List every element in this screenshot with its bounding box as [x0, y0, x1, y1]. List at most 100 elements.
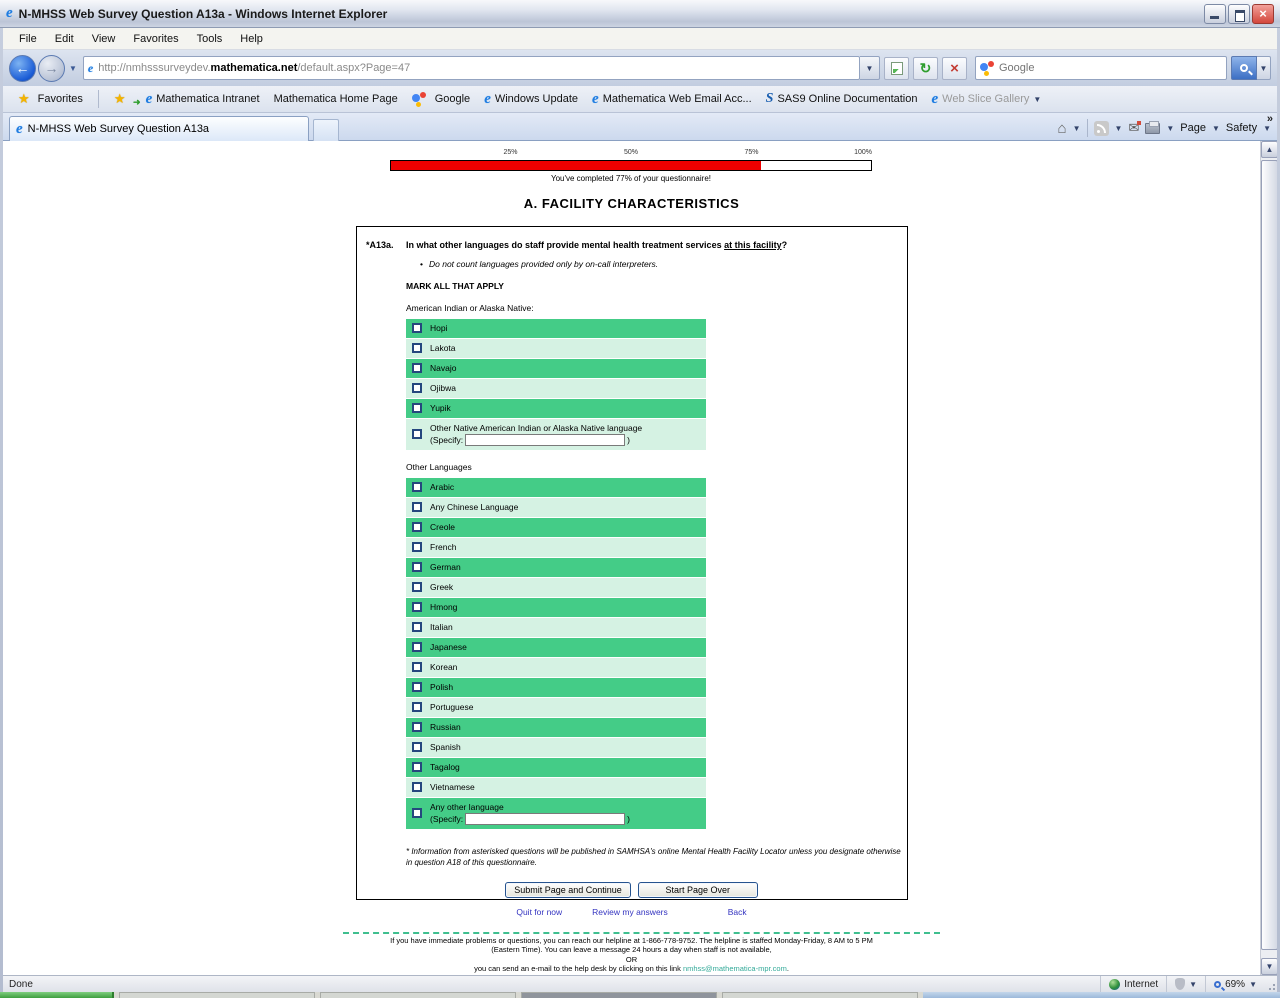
- help-email-link[interactable]: nmhss@mathematica-mpr.com: [683, 964, 787, 973]
- print-dropdown-icon[interactable]: ▼: [1166, 124, 1174, 133]
- language-row-japanese[interactable]: Japanese: [406, 638, 706, 657]
- vertical-scrollbar[interactable]: ▲ ▼: [1260, 141, 1277, 975]
- zoom-control[interactable]: 69% ▼: [1205, 976, 1265, 992]
- menu-help[interactable]: Help: [232, 30, 271, 48]
- close-button[interactable]: ×: [1252, 4, 1274, 24]
- checkbox[interactable]: [412, 429, 422, 439]
- stop-button[interactable]: ×: [942, 57, 967, 80]
- read-mail-icon[interactable]: ✉: [1128, 120, 1139, 136]
- taskbar-button-active[interactable]: [521, 992, 717, 998]
- safety-menu-button[interactable]: Safety: [1226, 122, 1257, 134]
- checkbox[interactable]: [412, 383, 422, 393]
- language-row-french[interactable]: French: [406, 538, 706, 557]
- checkbox[interactable]: [412, 602, 422, 612]
- home-dropdown-icon[interactable]: ▼: [1073, 124, 1081, 133]
- language-row-spanish[interactable]: Spanish: [406, 738, 706, 757]
- checkbox[interactable]: [412, 323, 422, 333]
- favorite-link-web-slice[interactable]: e Web Slice Gallery ▼: [924, 92, 1048, 107]
- new-tab-button[interactable]: [313, 119, 339, 141]
- checkbox[interactable]: [412, 403, 422, 413]
- forward-button[interactable]: →: [38, 55, 65, 82]
- back-button[interactable]: ←: [9, 55, 36, 82]
- taskbar-button[interactable]: [320, 992, 516, 998]
- checkbox[interactable]: [412, 722, 422, 732]
- language-row-ojibwa[interactable]: Ojibwa: [406, 379, 706, 398]
- scroll-up-button[interactable]: ▲: [1261, 141, 1277, 158]
- checkbox[interactable]: [412, 642, 422, 652]
- favorite-link-web-email[interactable]: e Mathematica Web Email Acc...: [585, 92, 759, 107]
- submit-button[interactable]: Submit Page and Continue: [505, 882, 631, 898]
- checkbox[interactable]: [412, 682, 422, 692]
- filter-dropdown-icon[interactable]: ▼: [1189, 980, 1197, 989]
- language-row-creole[interactable]: Creole: [406, 518, 706, 537]
- feeds-icon[interactable]: [1094, 121, 1109, 136]
- favorite-link-windows-update[interactable]: e Windows Update: [477, 92, 585, 107]
- checkbox[interactable]: [412, 562, 422, 572]
- overflow-chevron-icon[interactable]: »: [1267, 113, 1273, 125]
- checkbox[interactable]: [412, 702, 422, 712]
- url-dropdown-button[interactable]: ▼: [860, 56, 880, 80]
- inprivate-filter[interactable]: ▼: [1166, 976, 1205, 992]
- checkbox[interactable]: [412, 742, 422, 752]
- page-menu-button[interactable]: Page: [1180, 122, 1206, 134]
- language-row-polish[interactable]: Polish: [406, 678, 706, 697]
- checkbox[interactable]: [412, 582, 422, 592]
- search-dropdown-button[interactable]: ▼: [1257, 56, 1271, 80]
- language-row-italian[interactable]: Italian: [406, 618, 706, 637]
- specify-other-native-input[interactable]: [465, 434, 625, 446]
- zoom-dropdown-icon[interactable]: ▼: [1249, 980, 1257, 989]
- tab-active[interactable]: e N-MHSS Web Survey Question A13a: [9, 116, 309, 141]
- home-icon[interactable]: ⌂: [1058, 120, 1067, 137]
- favorite-link-google[interactable]: Google: [405, 92, 477, 107]
- checkbox[interactable]: [412, 808, 422, 818]
- search-go-button[interactable]: [1231, 56, 1257, 80]
- language-row-korean[interactable]: Korean: [406, 658, 706, 677]
- favorite-link-sas9[interactable]: S SAS9 Online Documentation: [759, 91, 925, 107]
- checkbox[interactable]: [412, 363, 422, 373]
- language-row-hmong[interactable]: Hmong: [406, 598, 706, 617]
- checkbox[interactable]: [412, 522, 422, 532]
- language-row-chinese[interactable]: Any Chinese Language: [406, 498, 706, 517]
- taskbar-button[interactable]: [722, 992, 918, 998]
- resize-grip[interactable]: [1265, 976, 1277, 992]
- url-field[interactable]: e http://nmhsssurveydev.mathematica.net/…: [83, 56, 860, 80]
- language-row-tagalog[interactable]: Tagalog: [406, 758, 706, 777]
- add-favorite-button[interactable]: ★➜: [107, 91, 137, 107]
- language-row-lakota[interactable]: Lakota: [406, 339, 706, 358]
- checkbox[interactable]: [412, 622, 422, 632]
- menu-edit[interactable]: Edit: [47, 30, 82, 48]
- menu-view[interactable]: View: [84, 30, 124, 48]
- checkbox[interactable]: [412, 762, 422, 772]
- checkbox[interactable]: [412, 662, 422, 672]
- checkbox[interactable]: [412, 502, 422, 512]
- restore-button[interactable]: [1228, 4, 1250, 24]
- menu-favorites[interactable]: Favorites: [125, 30, 186, 48]
- language-row-any-other[interactable]: Any other language (Specify:): [406, 798, 706, 829]
- page-dropdown-icon[interactable]: ▼: [1212, 124, 1220, 133]
- feeds-dropdown-icon[interactable]: ▼: [1115, 124, 1123, 133]
- scroll-down-button[interactable]: ▼: [1261, 958, 1277, 975]
- favorite-link-homepage[interactable]: Mathematica Home Page: [267, 93, 405, 105]
- minimize-button[interactable]: [1204, 4, 1226, 24]
- specify-any-other-input[interactable]: [465, 813, 625, 825]
- search-box[interactable]: [975, 56, 1227, 80]
- checkbox[interactable]: [412, 782, 422, 792]
- favorite-link-intranet[interactable]: e Mathematica Intranet: [139, 92, 267, 107]
- language-row-russian[interactable]: Russian: [406, 718, 706, 737]
- search-input[interactable]: [999, 62, 1222, 74]
- language-row-hopi[interactable]: Hopi: [406, 319, 706, 338]
- print-icon[interactable]: [1145, 123, 1160, 134]
- checkbox[interactable]: [412, 542, 422, 552]
- start-over-button[interactable]: Start Page Over: [638, 882, 758, 898]
- start-button-edge[interactable]: [0, 992, 114, 998]
- language-row-german[interactable]: German: [406, 558, 706, 577]
- language-row-yupik[interactable]: Yupik: [406, 399, 706, 418]
- favorites-button[interactable]: ★ Favorites: [11, 91, 90, 107]
- menu-tools[interactable]: Tools: [189, 30, 231, 48]
- back-link[interactable]: Back: [728, 907, 747, 917]
- review-link[interactable]: Review my answers: [592, 907, 668, 917]
- menu-file[interactable]: File: [11, 30, 45, 48]
- refresh-button[interactable]: ↻: [913, 57, 938, 80]
- language-row-other-native[interactable]: Other Native American Indian or Alaska N…: [406, 419, 706, 450]
- language-row-greek[interactable]: Greek: [406, 578, 706, 597]
